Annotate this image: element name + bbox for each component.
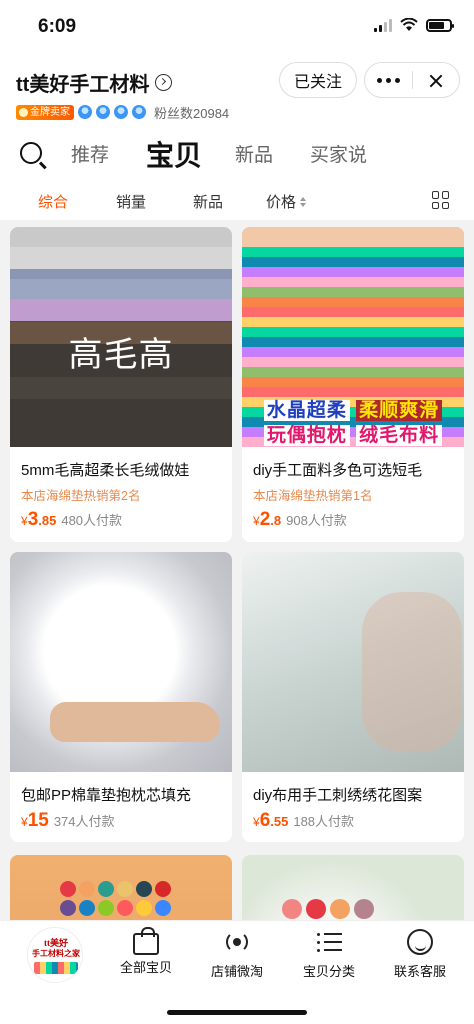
price-symbol: ¥ xyxy=(253,815,260,829)
shop-name[interactable]: tt美好手工材料 xyxy=(16,68,173,97)
price-decimal: .85 xyxy=(38,513,57,528)
product-card[interactable]: 包邮PP棉靠垫抱枕芯填充 ¥ 15 374人付款 xyxy=(10,552,232,842)
product-rank: 本店海绵垫热销第1名 xyxy=(253,489,373,503)
shop-tab-bar: 推荐 宝贝 新品 买家说 xyxy=(0,126,474,182)
paid-count: 480人付款 xyxy=(61,513,123,528)
shop-info-chevron-icon[interactable] xyxy=(155,74,173,91)
product-title: 5mm毛高超柔长毛绒做娃 xyxy=(21,462,190,479)
nav-label: 全部宝贝 xyxy=(119,960,172,975)
search-icon[interactable] xyxy=(20,142,42,164)
shop-name-text: tt美好手工材料 xyxy=(16,74,150,96)
sort-overall[interactable]: 综合 xyxy=(38,191,68,212)
price-integer: 2 xyxy=(259,509,271,530)
paid-count: 374人付款 xyxy=(53,814,115,829)
tab-new[interactable]: 新品 xyxy=(235,140,273,167)
wifi-icon xyxy=(400,18,418,31)
nav-all-products[interactable]: 全部宝贝 xyxy=(106,927,186,976)
image-overlay-text: 高毛高 xyxy=(68,336,174,374)
fans-count: 粉丝数20984 xyxy=(154,105,230,121)
sort-sales[interactable]: 销量 xyxy=(116,191,146,212)
customer-service-icon xyxy=(407,929,433,955)
product-title: diy手工面料多色可选短毛 xyxy=(253,462,423,479)
list-icon xyxy=(316,929,342,955)
avatar-text: 手工材料之家 xyxy=(32,949,80,958)
price-row: ¥ 6 .55 188人付款 xyxy=(253,810,354,832)
status-bar: 6:09 xyxy=(0,0,474,56)
home-indicator xyxy=(167,1010,307,1015)
product-image-plush-fabric: 高毛高 xyxy=(10,227,232,447)
product-title: 包邮PP棉靠垫抱枕芯填充 xyxy=(21,787,192,804)
price-integer: 6 xyxy=(259,810,271,831)
crown-level-icon xyxy=(96,105,110,119)
tab-recommend[interactable]: 推荐 xyxy=(71,140,109,167)
crown-level-icon xyxy=(78,105,92,119)
grid-view-icon[interactable] xyxy=(432,191,450,209)
price-row: ¥ 15 374人付款 xyxy=(21,810,115,832)
price-integer: 3 xyxy=(27,509,39,530)
nav-customer-service[interactable]: 联系客服 xyxy=(380,929,460,980)
crown-level-icon xyxy=(132,105,146,119)
bottom-nav: tt美好 手工材料之家 全部宝贝 店铺微淘 宝贝分类 联系客服 xyxy=(0,920,474,1024)
mini-program-capsule xyxy=(364,62,460,98)
more-icon[interactable] xyxy=(365,63,412,97)
product-image-mesh-fabric xyxy=(242,552,464,772)
product-rank: 本店海绵垫热销第2名 xyxy=(21,489,141,503)
tab-reviews[interactable]: 买家说 xyxy=(310,140,367,167)
product-card[interactable]: diy布用手工刺绣绣花图案 ¥ 6 .55 188人付款 xyxy=(242,552,464,842)
price-symbol: ¥ xyxy=(21,514,28,528)
product-card[interactable]: 水晶超柔 柔顺爽滑 玩偶抱枕 绒毛布料 diy手工面料多色可选短毛 本店海绵垫热… xyxy=(242,227,464,542)
signal-icon xyxy=(374,18,392,32)
price-row: ¥ 2 .8 908人付款 xyxy=(253,509,347,531)
follow-button[interactable]: 已关注 xyxy=(279,62,357,98)
price-decimal: .8 xyxy=(270,513,282,528)
sort-price-label: 价格 xyxy=(266,194,297,211)
product-image-colored-fabric: 水晶超柔 柔顺爽滑 玩偶抱枕 绒毛布料 xyxy=(242,227,464,447)
status-time: 6:09 xyxy=(38,16,77,37)
sort-arrows-icon xyxy=(300,196,307,207)
price-symbol: ¥ xyxy=(21,815,28,829)
price-integer: 15 xyxy=(27,810,49,831)
hand-shape xyxy=(50,702,220,742)
shop-header: tt美好手工材料 已关注 金牌卖家 粉丝数20984 xyxy=(0,56,474,126)
gold-seller-badge: 金牌卖家 xyxy=(16,104,74,120)
sort-price[interactable]: 价格 xyxy=(266,191,307,212)
paid-count: 908人付款 xyxy=(286,513,347,528)
nav-label: 店铺微淘 xyxy=(210,964,263,979)
nav-label: 宝贝分类 xyxy=(302,964,355,979)
image-promo-line-1: 水晶超柔 柔顺爽滑 xyxy=(242,395,464,422)
shop-avatar[interactable]: tt美好 手工材料之家 xyxy=(27,927,83,983)
price-decimal: .55 xyxy=(270,814,289,829)
image-promo-line-2: 玩偶抱枕 绒毛布料 xyxy=(242,420,464,447)
paid-count: 188人付款 xyxy=(293,814,355,829)
tab-products[interactable]: 宝贝 xyxy=(146,134,202,174)
price-symbol: ¥ xyxy=(253,514,260,528)
hand-shape xyxy=(362,592,462,752)
price-row: ¥ 3 .85 480人付款 xyxy=(21,509,122,531)
close-icon[interactable] xyxy=(413,63,459,97)
nav-shop-feed[interactable]: 店铺微淘 xyxy=(197,929,277,980)
product-card[interactable]: 高毛高 5mm毛高超柔长毛绒做娃 本店海绵垫热销第2名 ¥ 3 .85 480人… xyxy=(10,227,232,542)
shop-badges: 金牌卖家 粉丝数20984 xyxy=(16,104,230,121)
crown-level-icon xyxy=(114,105,128,119)
status-icons xyxy=(374,18,454,32)
shopping-bag-icon xyxy=(133,927,159,955)
nav-label: 联系客服 xyxy=(393,964,446,979)
nav-categories[interactable]: 宝贝分类 xyxy=(289,929,369,980)
product-image-pp-cotton xyxy=(10,552,232,772)
battery-icon xyxy=(426,18,454,32)
sort-bar: 综合 销量 新品 价格 xyxy=(0,182,474,220)
avatar-fabric-band xyxy=(34,962,78,974)
broadcast-icon xyxy=(224,929,250,955)
product-title: diy布用手工刺绣绣花图案 xyxy=(253,787,423,804)
sort-new[interactable]: 新品 xyxy=(193,191,223,212)
